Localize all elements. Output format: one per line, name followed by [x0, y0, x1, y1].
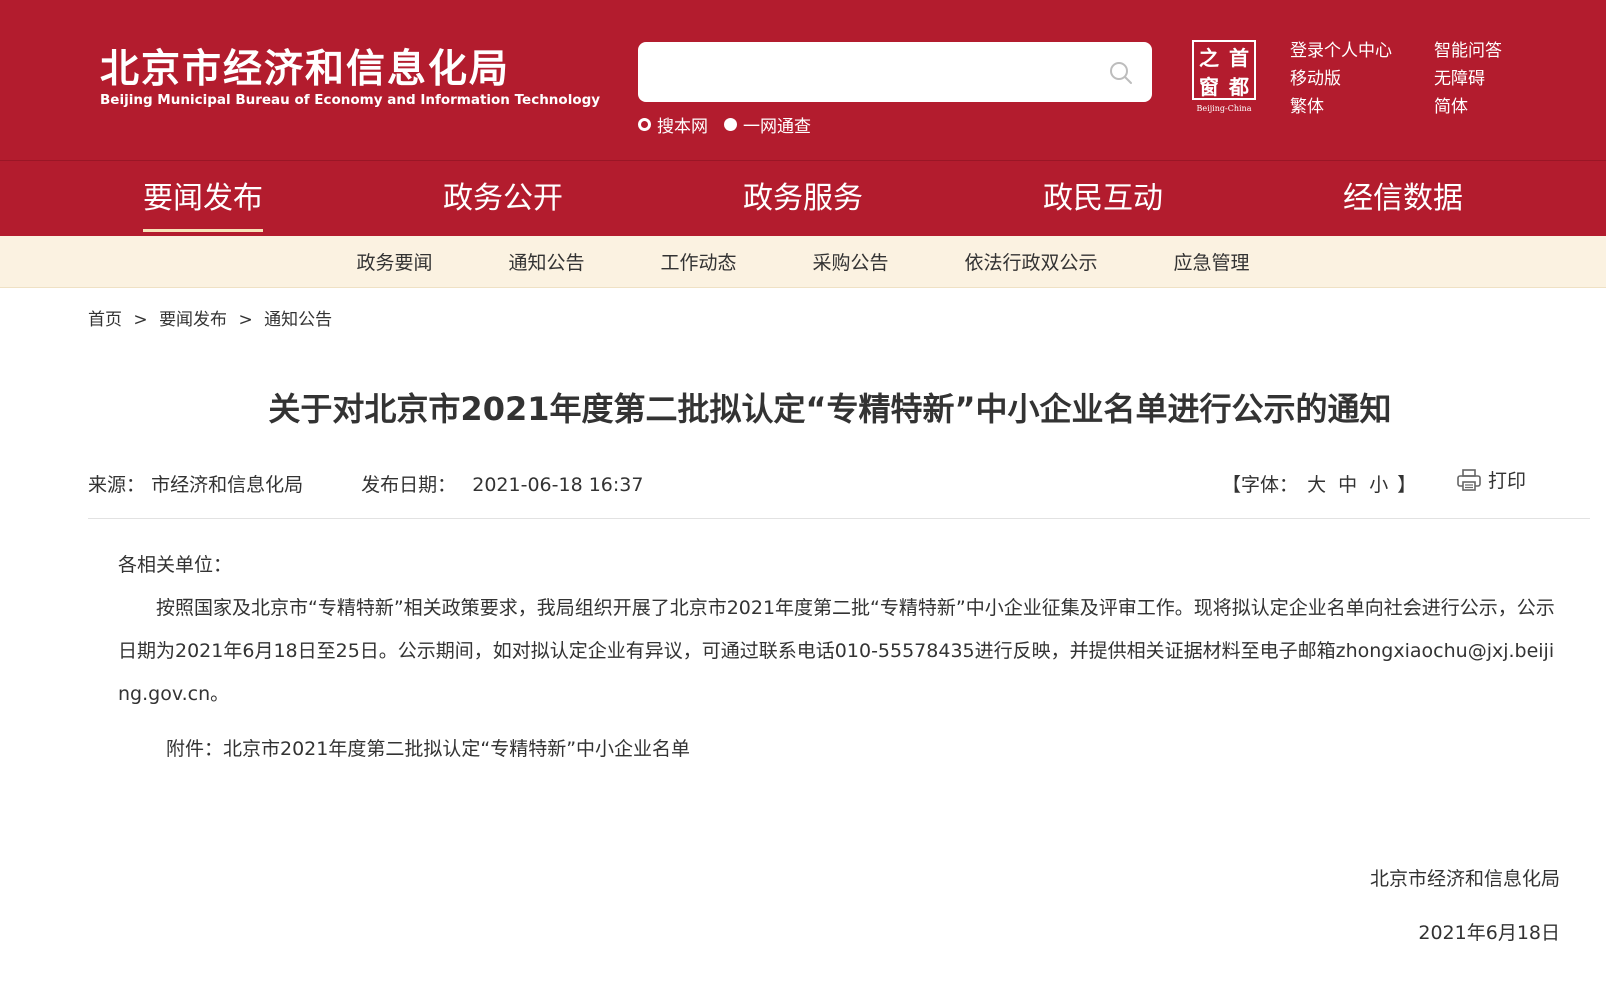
seal-char: 都 [1229, 75, 1249, 99]
print-label: 打印 [1488, 470, 1527, 492]
radio-selected-icon [638, 118, 651, 131]
seal-char: 窗 [1199, 75, 1219, 99]
date-value: 2021-06-18 16:37 [472, 474, 644, 496]
main-nav-gov-affairs[interactable]: 政务公开 [353, 161, 653, 236]
attachment-link[interactable]: 附件：北京市2021年度第二批拟认定“专精特新”中小企业名单 [166, 734, 690, 761]
font-size-large[interactable]: 大 [1307, 474, 1326, 496]
sub-nav-double-publicity[interactable]: 依法行政双公示 [965, 248, 1098, 275]
sub-nav-emergency[interactable]: 应急管理 [1174, 248, 1250, 275]
sign-date: 2021年6月18日 [1418, 922, 1560, 944]
breadcrumb-news[interactable]: 要闻发布 [159, 310, 227, 330]
salutation: 各相关单位： [118, 554, 233, 576]
font-ctrl-prefix: 【字体： [1222, 474, 1299, 496]
mobile-link[interactable]: 移动版 [1290, 68, 1434, 90]
search-box [638, 42, 1152, 102]
sub-nav-notices[interactable]: 通知公告 [508, 248, 584, 275]
breadcrumb-home[interactable]: 首页 [88, 310, 122, 330]
meta-divider [88, 518, 1590, 519]
search-scope-label: 一网通查 [743, 117, 811, 137]
sub-nav-procurement[interactable]: 采购公告 [813, 248, 889, 275]
site-subtitle: Beijing Municipal Bureau of Economy and … [100, 92, 601, 108]
breadcrumb-notices[interactable]: 通知公告 [264, 310, 332, 330]
body-paragraph: 按照国家及北京市“专精特新”相关政策要求，我局组织开展了北京市2021年度第二批… [118, 597, 1555, 705]
sub-nav-gov-news[interactable]: 政务要闻 [356, 248, 432, 275]
article-meta: 来源： 市经济和信息化局 发布日期： 2021-06-18 16:37 [88, 470, 643, 497]
sub-nav-work-updates[interactable]: 工作动态 [660, 248, 736, 275]
main-nav-data[interactable]: 经信数据 [1253, 161, 1553, 236]
article-content: 各相关单位： 按照国家及北京市“专精特新”相关政策要求，我局组织开展了北京市20… [118, 544, 1558, 716]
capital-window-logo[interactable]: 之 首 窗 都 Beijing-China [1192, 40, 1256, 114]
main-nav-gov-services[interactable]: 政务服务 [653, 161, 953, 236]
seal-char: 之 [1199, 46, 1219, 70]
article-title: 关于对北京市2021年度第二批拟认定“专精特新”中小企业名单进行公示的通知 [268, 390, 1392, 428]
traditional-chinese-link[interactable]: 繁体 [1290, 96, 1434, 118]
breadcrumb-separator: > [133, 310, 148, 330]
radio-unselected-icon [724, 118, 737, 131]
source-value: 市经济和信息化局 [151, 474, 304, 496]
site-header: 北京市经济和信息化局 Beijing Municipal Bureau of E… [0, 0, 1606, 236]
search-scope-site[interactable]: 搜本网 [638, 112, 708, 137]
date-label: 发布日期： [361, 474, 457, 496]
breadcrumb: 首页 > 要闻发布 > 通知公告 [88, 305, 332, 330]
font-ctrl-suffix: 】 [1397, 474, 1417, 496]
search-input[interactable] [638, 42, 1098, 102]
search-scope-label: 搜本网 [657, 117, 708, 137]
font-size-control: 【字体： 大 中 小 】 [1222, 470, 1416, 497]
printer-icon [1457, 468, 1481, 491]
site-title[interactable]: 北京市经济和信息化局 [100, 38, 510, 94]
search-scope-all[interactable]: 一网通查 [724, 112, 811, 137]
print-button[interactable]: 打印 [1456, 466, 1526, 493]
sub-nav: 政务要闻 通知公告 工作动态 采购公告 依法行政双公示 应急管理 [0, 236, 1606, 288]
capital-seal: 之 首 窗 都 [1192, 40, 1256, 100]
main-nav-news[interactable]: 要闻发布 [53, 161, 353, 236]
font-size-medium[interactable]: 中 [1338, 474, 1357, 496]
main-nav-interaction[interactable]: 政民互动 [953, 161, 1253, 236]
search-icon[interactable] [1108, 60, 1134, 86]
simplified-chinese-link[interactable]: 简体 [1434, 96, 1530, 118]
font-size-small[interactable]: 小 [1369, 474, 1388, 496]
breadcrumb-separator: > [238, 310, 253, 330]
smart-qa-link[interactable]: 智能问答 [1434, 40, 1530, 62]
source-label: 来源： [88, 474, 146, 496]
login-link[interactable]: 登录个人中心 [1290, 40, 1434, 62]
seal-caption: Beijing-China [1196, 104, 1252, 113]
search-scope-options: 搜本网 一网通查 [638, 112, 811, 137]
accessibility-link[interactable]: 无障碍 [1434, 68, 1530, 90]
top-links: 登录个人中心 智能问答 移动版 无障碍 繁体 简体 [1290, 40, 1530, 118]
seal-char: 首 [1229, 46, 1249, 70]
main-nav: 要闻发布 政务公开 政务服务 政民互动 经信数据 [0, 161, 1606, 236]
signature: 北京市经济和信息化局 [1369, 868, 1560, 890]
